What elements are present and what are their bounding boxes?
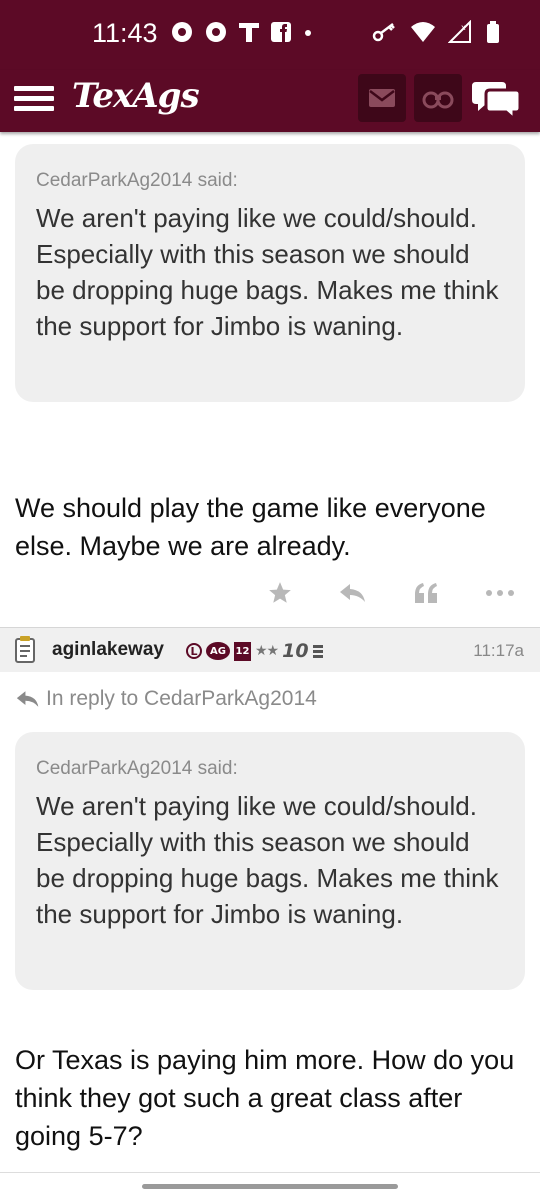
mail-icon [369,89,395,107]
notification-icons [170,20,314,44]
reply-button[interactable] [333,573,373,613]
quote-author: CedarParkAg2014 said: [36,170,238,191]
star-rating: ★★ [255,643,279,659]
wifi-icon [411,22,435,42]
watch-button[interactable] [414,74,462,122]
post-header: aginlakeway L AG 12 ★★ 10 11:17a [0,627,540,672]
star-button[interactable] [260,573,300,613]
rank-bars-icon [312,645,323,658]
username[interactable]: aginlakeway [52,639,164,661]
status-bar: 11:43 x [0,0,540,70]
post-actions [260,573,520,613]
user-badges: L AG 12 ★★ 10 [186,640,323,662]
dot-icon [305,30,311,36]
quote-block: CedarParkAg2014 said: We aren't paying l… [15,732,525,990]
t-icon [239,23,259,42]
post-body: Or Texas is paying him more. How do you … [15,1045,515,1151]
app-header: TexAgs [0,70,540,132]
quote-button[interactable] [407,573,447,613]
chrome-icon [172,22,192,42]
status-time: 11:43 [92,18,158,48]
signal-icon: x [448,20,471,43]
twelfth-man-badge: 12 [234,641,251,661]
quote-icon [414,583,437,603]
notepad-icon [15,636,35,663]
messages-button[interactable] [358,74,406,122]
key-icon [372,23,395,42]
gesture-nav-handle[interactable] [142,1184,398,1189]
star-icon [269,582,291,603]
rank-badge: 10 [282,640,309,662]
divider [0,1172,540,1173]
system-icons: x [372,20,500,44]
reply-to-link[interactable]: In reply to CedarParkAg2014 [16,687,317,711]
reply-to-text: In reply to CedarParkAg2014 [46,687,317,710]
texags-logo[interactable]: TexAgs [72,76,200,116]
binoculars-icon [422,91,454,109]
reply-icon [340,584,366,602]
reply-icon [16,691,39,707]
menu-icon[interactable] [14,81,54,121]
more-button[interactable] [480,573,520,613]
post-body: We should play the game like everyone el… [15,493,486,561]
ag-badge: AG [206,642,230,660]
chat-button[interactable] [472,76,522,123]
svg-text:x: x [461,23,466,32]
post-time: 11:17a [473,641,524,660]
battery-icon [487,21,499,43]
more-icon [485,590,514,596]
lifetime-badge: L [186,643,202,659]
quote-block: CedarParkAg2014 said: We aren't paying l… [15,144,525,402]
facebook-icon [271,22,291,42]
quote-text: We aren't paying like we could/should. E… [36,791,499,929]
chat-icon [472,82,522,123]
quote-text: We aren't paying like we could/should. E… [36,203,499,341]
chrome-icon [206,22,226,42]
quote-author: CedarParkAg2014 said: [36,758,238,779]
